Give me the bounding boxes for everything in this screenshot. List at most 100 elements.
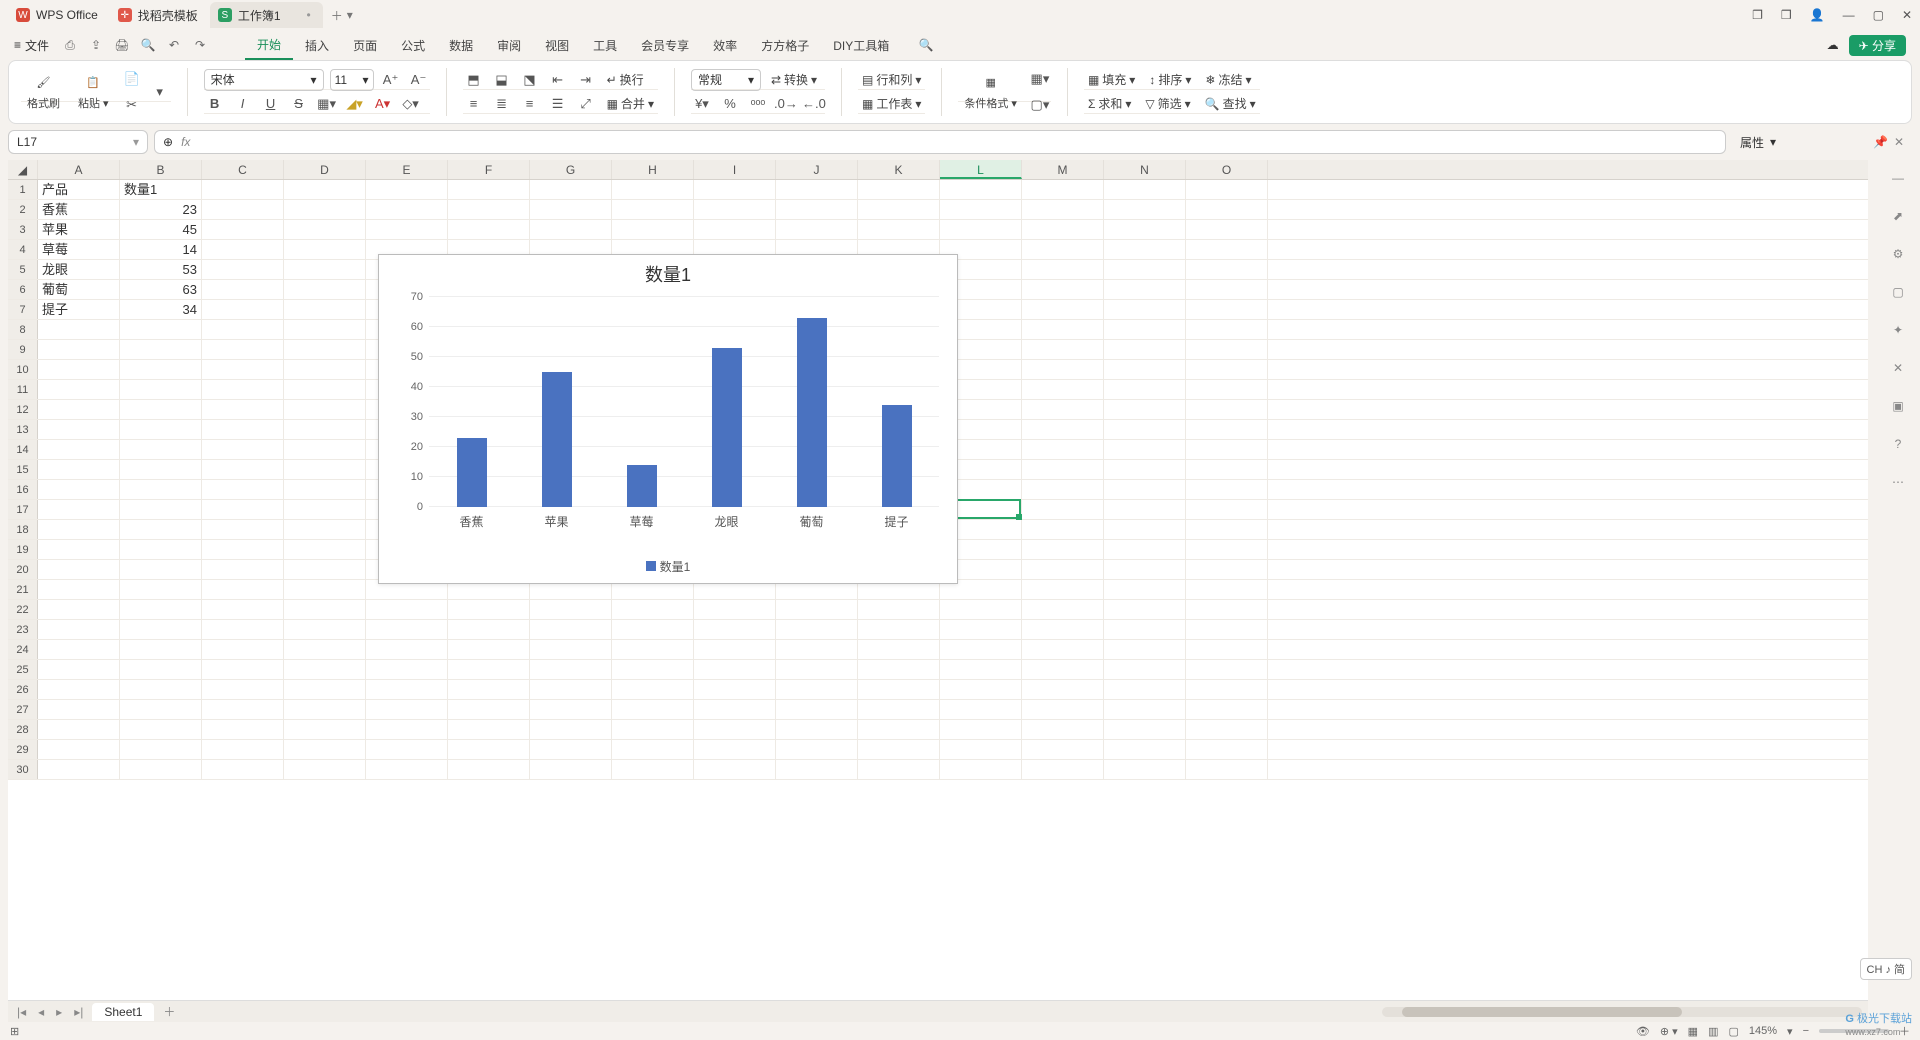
cell[interactable] bbox=[940, 740, 1022, 759]
row-header[interactable]: 26 bbox=[8, 680, 38, 699]
cell[interactable] bbox=[776, 600, 858, 619]
cell[interactable] bbox=[38, 640, 120, 659]
cell[interactable] bbox=[694, 620, 776, 639]
row-header[interactable]: 2 bbox=[8, 200, 38, 219]
cell[interactable] bbox=[694, 740, 776, 759]
document-tab[interactable]: S 工作簿1 • bbox=[210, 2, 323, 28]
find-button[interactable]: 🔍 查找 ▾ bbox=[1201, 95, 1260, 112]
col-header-L[interactable]: L bbox=[940, 160, 1022, 179]
cell[interactable] bbox=[940, 600, 1022, 619]
cell[interactable] bbox=[448, 220, 530, 239]
cell[interactable] bbox=[1186, 420, 1268, 439]
cell[interactable] bbox=[38, 580, 120, 599]
cell[interactable] bbox=[776, 200, 858, 219]
cell[interactable] bbox=[1022, 380, 1104, 399]
cell[interactable]: 14 bbox=[120, 240, 202, 259]
align-center-icon[interactable]: ≣ bbox=[491, 93, 513, 115]
bar-苹果[interactable] bbox=[542, 372, 572, 507]
cell[interactable] bbox=[202, 560, 284, 579]
cond-format-button[interactable]: ▦条件格式 ▾ bbox=[958, 71, 1023, 113]
cell[interactable] bbox=[202, 680, 284, 699]
strike-icon[interactable]: S bbox=[288, 93, 310, 115]
cell[interactable] bbox=[1022, 480, 1104, 499]
cell[interactable] bbox=[202, 660, 284, 679]
status-mode-icon[interactable]: ⊞ bbox=[10, 1025, 19, 1038]
col-header-K[interactable]: K bbox=[858, 160, 940, 179]
undo-icon[interactable]: ↶ bbox=[163, 34, 185, 56]
cell[interactable] bbox=[1186, 400, 1268, 419]
fill-color-icon[interactable]: ◢▾ bbox=[344, 93, 366, 115]
bar-草莓[interactable] bbox=[627, 465, 657, 507]
cell[interactable] bbox=[1186, 180, 1268, 199]
row-header[interactable]: 18 bbox=[8, 520, 38, 539]
row-header[interactable]: 8 bbox=[8, 320, 38, 339]
cell[interactable] bbox=[38, 320, 120, 339]
cell[interactable] bbox=[612, 600, 694, 619]
cell[interactable] bbox=[1186, 740, 1268, 759]
cell-style-icon[interactable]: ▦▾ bbox=[1029, 68, 1051, 90]
cell[interactable] bbox=[202, 720, 284, 739]
spreadsheet-grid[interactable]: ◢ABCDEFGHIJKLMNO 1产品数量12香蕉233苹果454草莓145龙… bbox=[8, 160, 1868, 1000]
cell[interactable] bbox=[1186, 760, 1268, 779]
cell[interactable] bbox=[530, 600, 612, 619]
cell[interactable] bbox=[120, 540, 202, 559]
cell[interactable] bbox=[858, 740, 940, 759]
cell[interactable] bbox=[120, 440, 202, 459]
help-icon[interactable]: ? bbox=[1888, 434, 1908, 454]
cell[interactable] bbox=[530, 740, 612, 759]
cell[interactable] bbox=[202, 300, 284, 319]
panel-icon[interactable]: ▢ bbox=[1888, 282, 1908, 302]
row-header[interactable]: 11 bbox=[8, 380, 38, 399]
row-header[interactable]: 7 bbox=[8, 300, 38, 319]
cell[interactable] bbox=[284, 440, 366, 459]
row-header[interactable]: 3 bbox=[8, 220, 38, 239]
convert-button[interactable]: ⇄ 转换 ▾ bbox=[767, 71, 821, 88]
cell[interactable] bbox=[858, 760, 940, 779]
cell[interactable] bbox=[612, 220, 694, 239]
cell[interactable] bbox=[1104, 220, 1186, 239]
cell[interactable]: 45 bbox=[120, 220, 202, 239]
align-bottom-icon[interactable]: ⬔ bbox=[519, 69, 541, 91]
cell[interactable] bbox=[366, 220, 448, 239]
cell[interactable] bbox=[1104, 400, 1186, 419]
worksheet-button[interactable]: ▦ 工作表 ▾ bbox=[858, 95, 925, 112]
cell[interactable]: 草莓 bbox=[38, 240, 120, 259]
row-header[interactable]: 6 bbox=[8, 280, 38, 299]
cell[interactable] bbox=[1186, 220, 1268, 239]
cell[interactable] bbox=[612, 640, 694, 659]
cell[interactable] bbox=[530, 680, 612, 699]
tools-icon[interactable]: ✕ bbox=[1888, 358, 1908, 378]
cell[interactable] bbox=[940, 760, 1022, 779]
cell[interactable] bbox=[1022, 500, 1104, 519]
cell[interactable] bbox=[1104, 440, 1186, 459]
sheet-tab[interactable]: Sheet1 bbox=[92, 1003, 154, 1021]
cell[interactable] bbox=[448, 620, 530, 639]
name-box[interactable]: L17▾ bbox=[8, 130, 148, 154]
cell[interactable] bbox=[530, 200, 612, 219]
cell[interactable] bbox=[448, 180, 530, 199]
prev-sheet-icon[interactable]: ◂ bbox=[35, 1005, 47, 1019]
col-header-O[interactable]: O bbox=[1186, 160, 1268, 179]
cell[interactable] bbox=[120, 420, 202, 439]
zoom-fx-icon[interactable]: ⊕ bbox=[163, 135, 173, 149]
select-all-corner[interactable]: ◢ bbox=[8, 160, 38, 179]
cell[interactable] bbox=[38, 700, 120, 719]
cell[interactable] bbox=[284, 540, 366, 559]
dec-inc-icon[interactable]: .0→ bbox=[775, 93, 797, 115]
border-icon[interactable]: ▦▾ bbox=[316, 93, 338, 115]
col-header-C[interactable]: C bbox=[202, 160, 284, 179]
cell[interactable] bbox=[284, 680, 366, 699]
cell[interactable] bbox=[940, 640, 1022, 659]
cell[interactable] bbox=[38, 500, 120, 519]
font-select[interactable]: 宋体▾ bbox=[204, 69, 324, 91]
menu-tab-视图[interactable]: 视图 bbox=[533, 30, 581, 60]
col-header-B[interactable]: B bbox=[120, 160, 202, 179]
cell[interactable] bbox=[202, 700, 284, 719]
embedded-chart[interactable]: 数量1 010203040506070香蕉苹果草莓龙眼葡萄提子 数量1 bbox=[378, 254, 958, 584]
cell[interactable] bbox=[1104, 680, 1186, 699]
cell[interactable] bbox=[366, 760, 448, 779]
cell[interactable] bbox=[694, 200, 776, 219]
menu-tab-开始[interactable]: 开始 bbox=[245, 30, 293, 60]
cell[interactable]: 产品 bbox=[38, 180, 120, 199]
menu-tab-DIY工具箱[interactable]: DIY工具箱 bbox=[821, 30, 901, 60]
